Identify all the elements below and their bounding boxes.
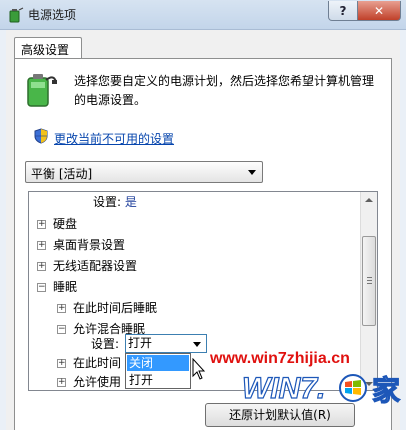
collapse-minus-icon[interactable]: − bbox=[57, 325, 66, 334]
grip-line bbox=[367, 283, 372, 284]
expand-plus-icon[interactable]: + bbox=[37, 262, 46, 271]
dropdown-option-on[interactable]: 打开 bbox=[127, 372, 189, 388]
setting-value[interactable]: 是 bbox=[125, 195, 137, 209]
hybrid-sleep-dropdown-list[interactable]: 关闭 打开 bbox=[125, 353, 191, 389]
window-title: 电源选项 bbox=[28, 8, 77, 22]
power-options-icon bbox=[9, 7, 24, 23]
chevron-down-icon bbox=[193, 342, 201, 347]
mouse-cursor-icon bbox=[192, 358, 206, 380]
tree-row-hybrid-setting: 设置: bbox=[91, 334, 119, 354]
collapse-minus-icon[interactable]: − bbox=[37, 283, 46, 292]
uac-shield-icon bbox=[34, 128, 48, 144]
restore-plan-defaults-button[interactable]: 还原计划默认值(R) bbox=[205, 403, 355, 427]
expand-plus-icon[interactable]: + bbox=[57, 304, 66, 313]
expand-plus-icon[interactable]: + bbox=[37, 241, 46, 250]
hybrid-sleep-combo[interactable]: 打开 bbox=[125, 334, 207, 353]
watermark-url: www.win7zhijia.cn bbox=[210, 350, 350, 367]
hybrid-sleep-combo-value: 打开 bbox=[128, 336, 153, 350]
dropdown-option-off[interactable]: 关闭 bbox=[127, 355, 189, 371]
svg-text:家: 家 bbox=[372, 374, 400, 406]
power-plan-select[interactable]: 平衡 [活动] bbox=[25, 161, 263, 183]
expand-plus-icon[interactable]: + bbox=[37, 220, 46, 229]
close-button[interactable]: ✕ bbox=[357, 1, 401, 21]
power-plan-select-value: 平衡 [活动] bbox=[31, 167, 93, 181]
expand-plus-icon[interactable]: + bbox=[57, 378, 66, 387]
tree-scrollbar[interactable] bbox=[360, 192, 377, 390]
scrollbar-thumb[interactable] bbox=[362, 236, 376, 326]
setting-label: 设置: bbox=[91, 337, 120, 351]
title-bar: 电源选项 ? ✕ bbox=[0, 0, 406, 30]
expand-plus-icon[interactable]: + bbox=[57, 359, 66, 368]
tree-row-setting-value: 设置: 是 bbox=[93, 195, 137, 209]
change-unavailable-settings-link[interactable]: 更改当前不可用的设置 bbox=[54, 130, 174, 147]
chevron-down-icon bbox=[248, 170, 256, 175]
grip-line bbox=[367, 277, 372, 278]
help-button[interactable]: ? bbox=[328, 1, 358, 21]
watermark-logo: WIN7. 家 bbox=[241, 371, 400, 406]
scroll-up-arrow-icon[interactable] bbox=[361, 192, 377, 209]
battery-power-icon bbox=[27, 74, 57, 107]
plan-description: 选择您要自定义的电源计划，然后选择您希望计算机管理的电源设置。 bbox=[74, 74, 375, 107]
grip-line bbox=[367, 280, 372, 281]
svg-text:WIN7.: WIN7. bbox=[242, 372, 325, 405]
tab-advanced-settings[interactable]: 高级设置 bbox=[14, 37, 82, 59]
